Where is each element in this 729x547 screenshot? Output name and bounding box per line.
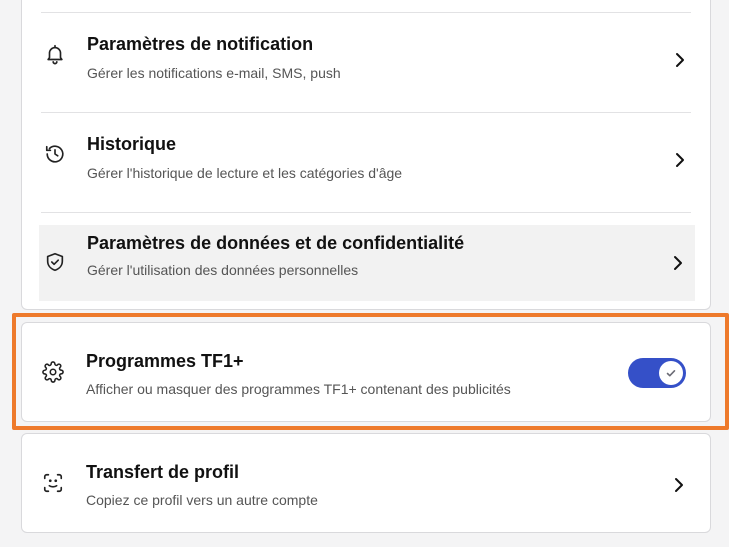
item-title: Paramètres de notification	[87, 34, 314, 54]
item-subtitle: Gérer les notifications e-mail, SMS, pus…	[87, 65, 341, 81]
item-subtitle: Copiez ce profil vers un autre compte	[86, 492, 318, 508]
divider	[41, 112, 691, 113]
settings-item-notifications[interactable]: Paramètres de notification Gérer les not…	[39, 18, 695, 106]
bell-icon	[47, 44, 63, 65]
item-title: Paramètres de données et de confidential…	[87, 233, 465, 253]
shield-check-icon	[46, 252, 64, 272]
item-subtitle: Gérer l'utilisation des données personne…	[87, 262, 359, 278]
history-icon	[45, 145, 64, 163]
settings-list-card: Paramètres de notification Gérer les not…	[21, 0, 711, 310]
chevron-right-icon	[676, 153, 684, 167]
settings-item-profile-transfer[interactable]: Transfert de profil Copiez ce profil ver…	[21, 433, 711, 533]
profile-transfer-icon	[43, 473, 63, 493]
settings-item-history[interactable]: Historique Gérer l'historique de lecture…	[39, 118, 695, 206]
item-subtitle: Gérer l'historique de lecture et les cat…	[87, 165, 403, 181]
focus-outline	[12, 313, 729, 430]
item-title: Transfert de profil	[86, 462, 240, 482]
chevron-right-icon	[675, 478, 683, 492]
settings-item-privacy[interactable]: Paramètres de données et de confidential…	[39, 225, 695, 301]
divider	[41, 212, 691, 213]
chevron-right-icon	[676, 53, 684, 67]
item-title: Historique	[87, 134, 177, 154]
chevron-right-icon	[674, 256, 682, 270]
divider	[41, 12, 691, 13]
